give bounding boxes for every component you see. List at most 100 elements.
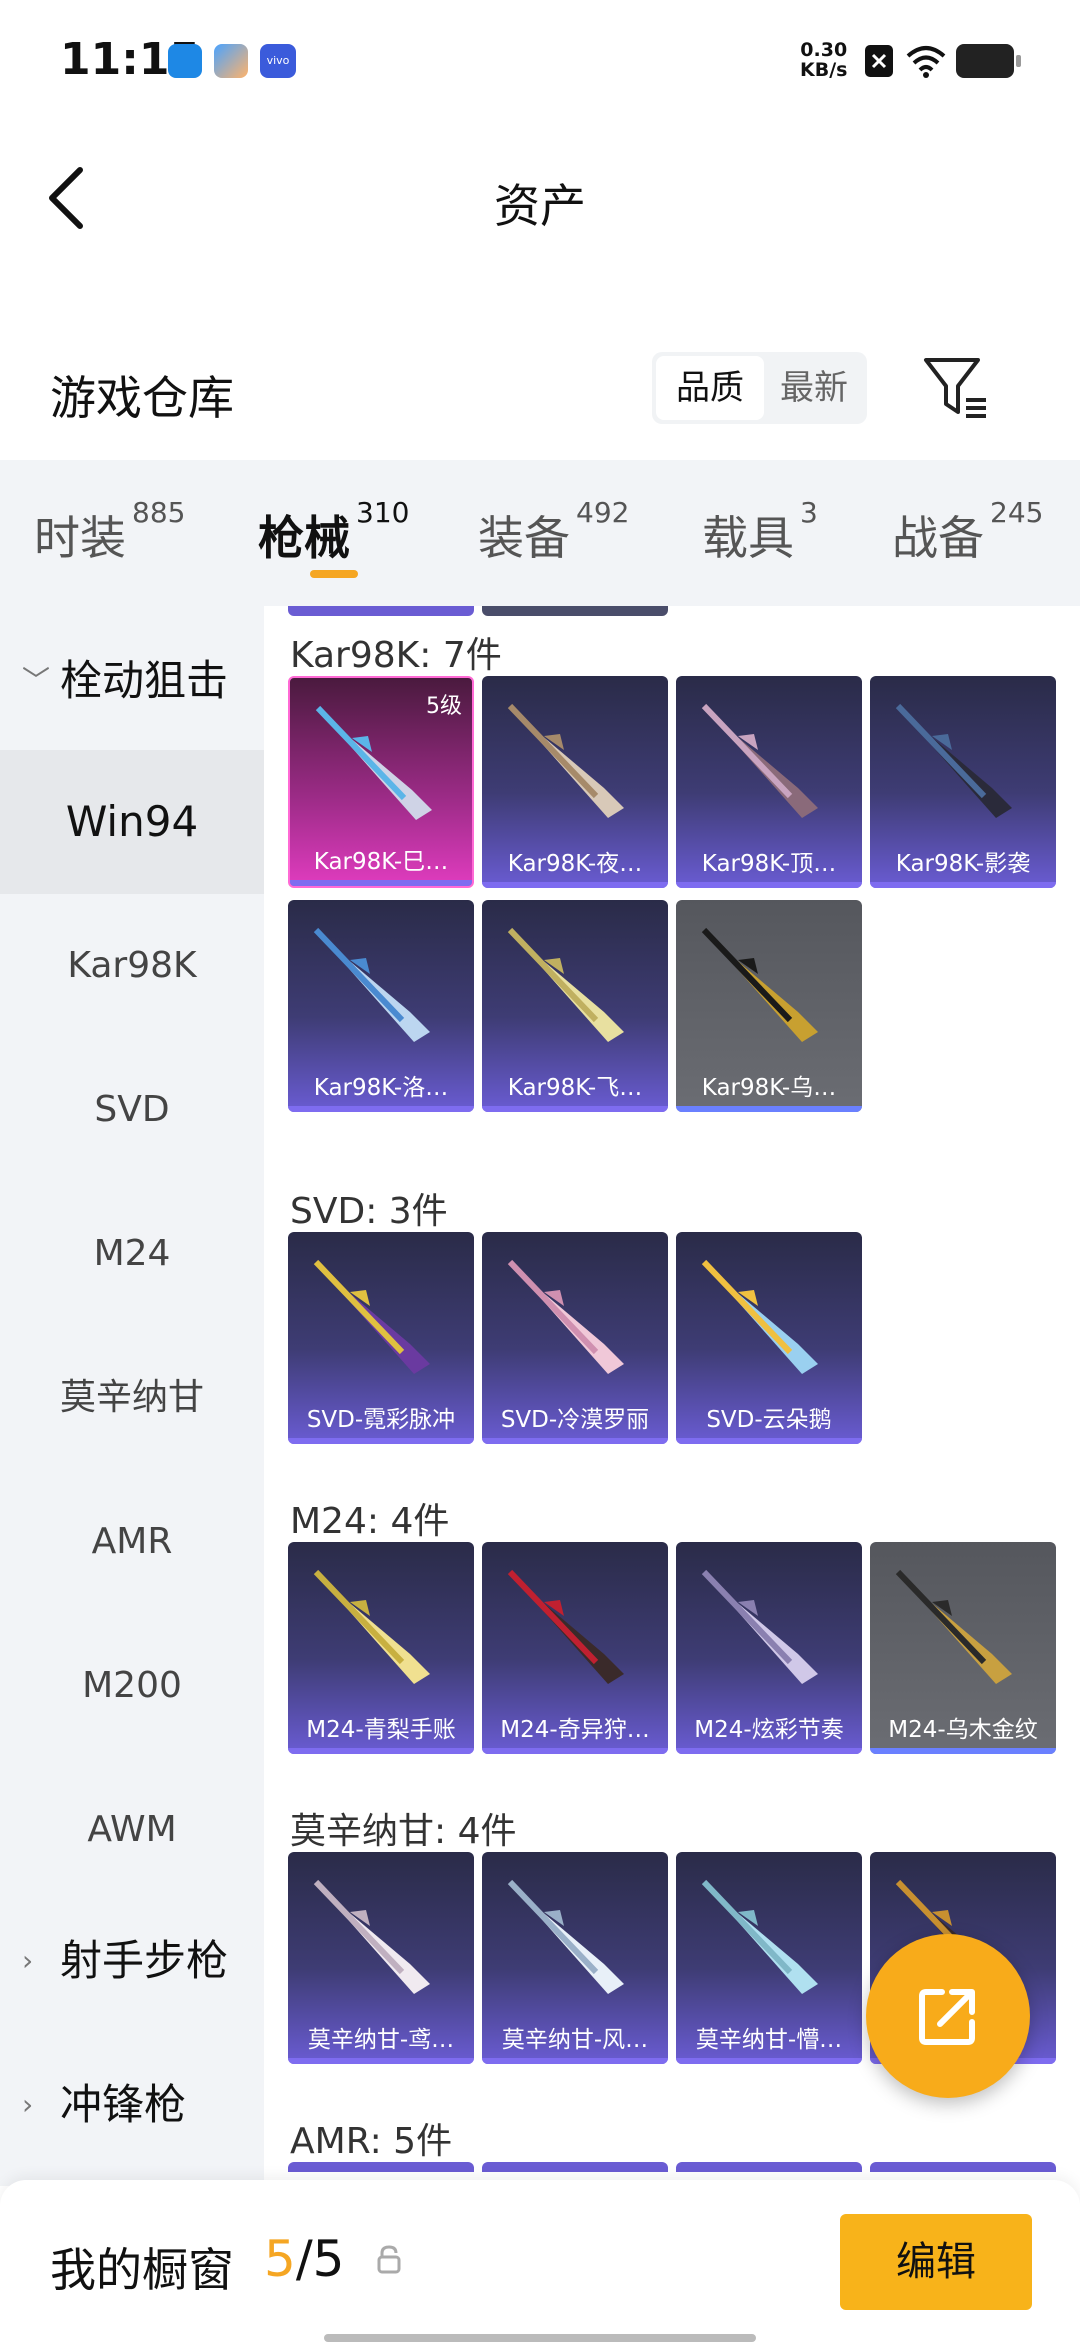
tab-firearms[interactable]: 枪械 310 [258,496,409,568]
chevron-right-icon: › [22,1944,34,1977]
rarity-bar [482,1748,668,1754]
section-title: SVD: 3件 [290,1191,448,1232]
rifle-icon [895,1569,1012,1684]
rarity-bar [290,880,472,886]
weapon-card[interactable]: 莫辛纳甘-懵… [676,1852,862,2064]
rarity-bar [288,1748,474,1754]
section-title: Kar98K: 7件 [290,635,502,676]
weapon-card-label: M24-炫彩节奏 [694,1717,844,1743]
weapon-card[interactable]: M24-青梨手账 [288,1542,474,1754]
weapon-card[interactable]: SVD-霓彩脉冲 [288,1232,474,1444]
rifle-icon [701,1879,818,1994]
weapon-card[interactable]: Kar98K-顶… [676,676,862,888]
rifle-icon [313,1569,430,1684]
weapon-card[interactable]: M24-奇异狩… [482,1542,668,1754]
weapon-card[interactable]: Kar98K-影袭 [870,676,1056,888]
sort-quality-button[interactable]: 品质 [656,356,764,420]
rifle-icon [313,1879,430,1994]
weapon-card-label: Kar98K-夜… [507,851,643,877]
weapon-card-label: Kar98K-乌… [701,1075,837,1101]
battery-icon [956,44,1021,78]
sidebar-group-bolt-action[interactable]: ﹀ 栓动狙击 [0,646,264,716]
sidebar-group-label: 冲锋枪 [60,2080,187,2129]
weapon-card-label: Kar98K-巳… [313,849,449,875]
weapon-card[interactable]: Kar98K-乌… [676,900,862,1112]
lock-icon [377,2245,401,2274]
vivo-app-icon: vivo [260,44,296,78]
weapon-card-label: Kar98K-影袭 [895,851,1031,877]
section-title: 莫辛纳甘: 4件 [290,1811,517,1852]
tab-fashion[interactable]: 时装 885 [34,496,185,568]
rifle-icon [507,1879,624,1994]
weapon-card[interactable]: SVD-冷漠罗丽 [482,1232,668,1444]
rarity-bar [676,2058,862,2064]
weapon-card[interactable]: Kar98K-飞… [482,900,668,1112]
weapon-card[interactable]: M24-乌木金纹 [870,1542,1056,1754]
rarity-bar [288,1106,474,1112]
weapon-card[interactable]: SVD-云朵鹅 [676,1232,862,1444]
weapon-card-label: SVD-冷漠罗丽 [500,1407,650,1433]
vivo-app-text: vivo [266,54,290,67]
rifle-icon [701,927,818,1042]
sort-toggle: 品质 最新 [652,352,867,424]
sidebar-item-svd[interactable]: SVD [0,1038,264,1182]
level-badge: 5级 [426,694,462,719]
share-external-icon [919,1989,975,2045]
weapon-card[interactable]: Kar98K-洛… [288,900,474,1112]
section-title: M24: 4件 [290,1501,450,1542]
tab-count: 245 [990,496,1044,529]
rifle-icon [895,703,1012,818]
rifle-icon [507,703,624,818]
tab-vehicles[interactable]: 载具 3 [702,496,818,568]
weapon-card[interactable]: 莫辛纳甘-风… [482,1852,668,2064]
rifle-icon [507,1569,624,1684]
tab-label: 载具 [702,511,794,565]
tab-tactical[interactable]: 战备 245 [892,496,1043,568]
rarity-bar [870,1748,1056,1754]
weapon-card[interactable]: Kar98K-夜… [482,676,668,888]
showcase-bar: 我的橱窗 5/5 编辑 [0,2180,1080,2344]
weapon-card-label: M24-乌木金纹 [888,1717,1038,1743]
weapon-card-label: Kar98K-洛… [313,1075,449,1101]
weapon-card-label: SVD-霓彩脉冲 [306,1407,456,1433]
filter-icon[interactable] [920,354,990,424]
rifle-icon [313,1259,430,1374]
category-tabs: 时装 885 枪械 310 装备 492 载具 3 战备 245 [0,460,1080,606]
sidebar-item-awm[interactable]: AWM [0,1758,264,1902]
weapon-card-label: Kar98K-飞… [507,1075,643,1101]
sidebar-group-smg[interactable]: › 冲锋枪 [0,2070,264,2140]
rifle-icon [507,1259,624,1374]
weapon-card[interactable]: 莫辛纳甘-鸢… [288,1852,474,2064]
rifle-icon [701,703,818,818]
sidebar-item-win94[interactable]: Win94 [0,750,264,894]
card-stub [288,606,474,616]
warehouse-title: 游戏仓库 [50,371,234,425]
card-stub [482,2162,668,2172]
rarity-bar [482,1438,668,1444]
tab-equipment[interactable]: 装备 492 [478,496,629,568]
showcase-separator: / [295,2230,313,2288]
weapon-card-label: Kar98K-顶… [701,851,837,877]
rarity-bar [482,2058,668,2064]
edit-button[interactable]: 编辑 [840,2214,1032,2310]
sidebar-item-mosin[interactable]: 莫辛纳甘 [0,1326,264,1470]
sidebar-item-kar98k[interactable]: Kar98K [0,894,264,1038]
weapon-card-label: SVD-云朵鹅 [706,1407,832,1433]
rarity-bar [676,1106,862,1112]
blue-app-icon [168,44,202,78]
sort-newest-button[interactable]: 最新 [764,356,864,420]
tab-count: 885 [132,496,186,529]
sidebar-item-m24[interactable]: M24 [0,1182,264,1326]
status-bar: 11:15 vivo 0.30 KB/s [0,0,1080,120]
sidebar-item-m200[interactable]: M200 [0,1614,264,1758]
weapon-card[interactable]: M24-炫彩节奏 [676,1542,862,1754]
sidebar-item-amr[interactable]: AMR [0,1470,264,1614]
sidebar-group-marksman[interactable]: › 射手步枪 [0,1926,264,1996]
section-title: AMR: 5件 [290,2121,453,2162]
showcase-current: 5 [264,2230,296,2288]
showcase-count: 5/5 [264,2230,344,2288]
weapon-card[interactable]: 5级 Kar98K-巳… [288,676,474,888]
share-button[interactable] [866,1934,1030,2098]
tab-label: 战备 [892,511,984,565]
chevron-down-icon: ﹀ [22,664,51,697]
